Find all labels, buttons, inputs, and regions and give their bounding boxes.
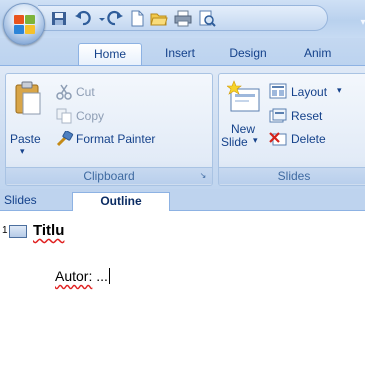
open-icon[interactable] [150, 10, 168, 27]
office-button[interactable] [3, 3, 45, 45]
format-painter-button[interactable]: Format Painter [76, 132, 155, 146]
undo-dropdown-icon[interactable] [93, 10, 105, 27]
reset-button[interactable]: Reset [291, 109, 322, 123]
ribbon: Paste ▾ Cut Copy Format Painter Clipboar… [0, 65, 365, 189]
tab-slides[interactable]: Slides [0, 192, 72, 211]
tab-animations[interactable]: Anim [290, 43, 365, 65]
customize-dropdown-icon[interactable]: ▾ [356, 16, 365, 30]
new-slide-label-2[interactable]: Slide [221, 135, 248, 149]
clipboard-launcher-icon[interactable]: ↘ [198, 171, 208, 181]
quick-access-toolbar: ▾ [38, 5, 365, 31]
outline-pane[interactable]: 1 Titlu Autor: ... [0, 211, 365, 376]
paste-icon[interactable] [14, 81, 42, 117]
slide-title[interactable]: Titlu [33, 222, 64, 239]
tab-home[interactable]: Home [78, 43, 142, 65]
layout-icon [269, 83, 287, 99]
slides-group: New Slide ▾ Layout ▾ Reset Delete Slides [218, 73, 365, 186]
paste-dropdown-icon[interactable]: ▾ [20, 146, 25, 157]
cut-button[interactable]: Cut [76, 85, 95, 99]
delete-slide-icon [269, 131, 287, 147]
format-painter-icon [56, 131, 74, 147]
redo-icon[interactable] [106, 10, 124, 27]
clipboard-group-label: Clipboard [6, 167, 212, 184]
new-slide-dropdown-icon[interactable]: ▾ [253, 135, 258, 146]
save-icon[interactable] [50, 10, 68, 27]
new-icon[interactable] [128, 10, 146, 27]
cut-icon [56, 84, 72, 100]
office-logo-icon [14, 15, 36, 35]
clipboard-group: Paste ▾ Cut Copy Format Painter Clipboar… [5, 73, 213, 186]
tab-design[interactable]: Design [216, 43, 280, 65]
slide-number: 1 [2, 225, 8, 236]
print-preview-icon[interactable] [198, 10, 216, 27]
ribbon-tabs: Home Insert Design Anim [0, 38, 365, 65]
copy-icon [56, 108, 72, 124]
print-icon[interactable] [174, 10, 192, 27]
title-bar: ▾ [0, 0, 365, 45]
author-label: Autor: [55, 268, 93, 284]
copy-button[interactable]: Copy [76, 109, 104, 123]
new-slide-icon[interactable] [227, 80, 261, 114]
slide-icon[interactable] [9, 225, 27, 238]
reset-icon [269, 108, 287, 124]
text-cursor [108, 268, 110, 284]
new-slide-label-1[interactable]: New [231, 122, 255, 136]
tab-insert[interactable]: Insert [152, 43, 208, 65]
pane-tabs: Slides Outline [0, 189, 365, 211]
paste-button-label[interactable]: Paste [10, 132, 41, 146]
author-value[interactable]: ... [96, 268, 108, 284]
layout-button[interactable]: Layout [291, 85, 327, 99]
tab-outline[interactable]: Outline [72, 192, 170, 211]
slides-group-label: Slides [219, 167, 365, 184]
layout-dropdown-icon[interactable]: ▾ [337, 85, 342, 96]
undo-icon[interactable] [74, 10, 92, 27]
delete-button[interactable]: Delete [291, 132, 326, 146]
outline-body-line[interactable]: Autor: ... [55, 268, 110, 284]
